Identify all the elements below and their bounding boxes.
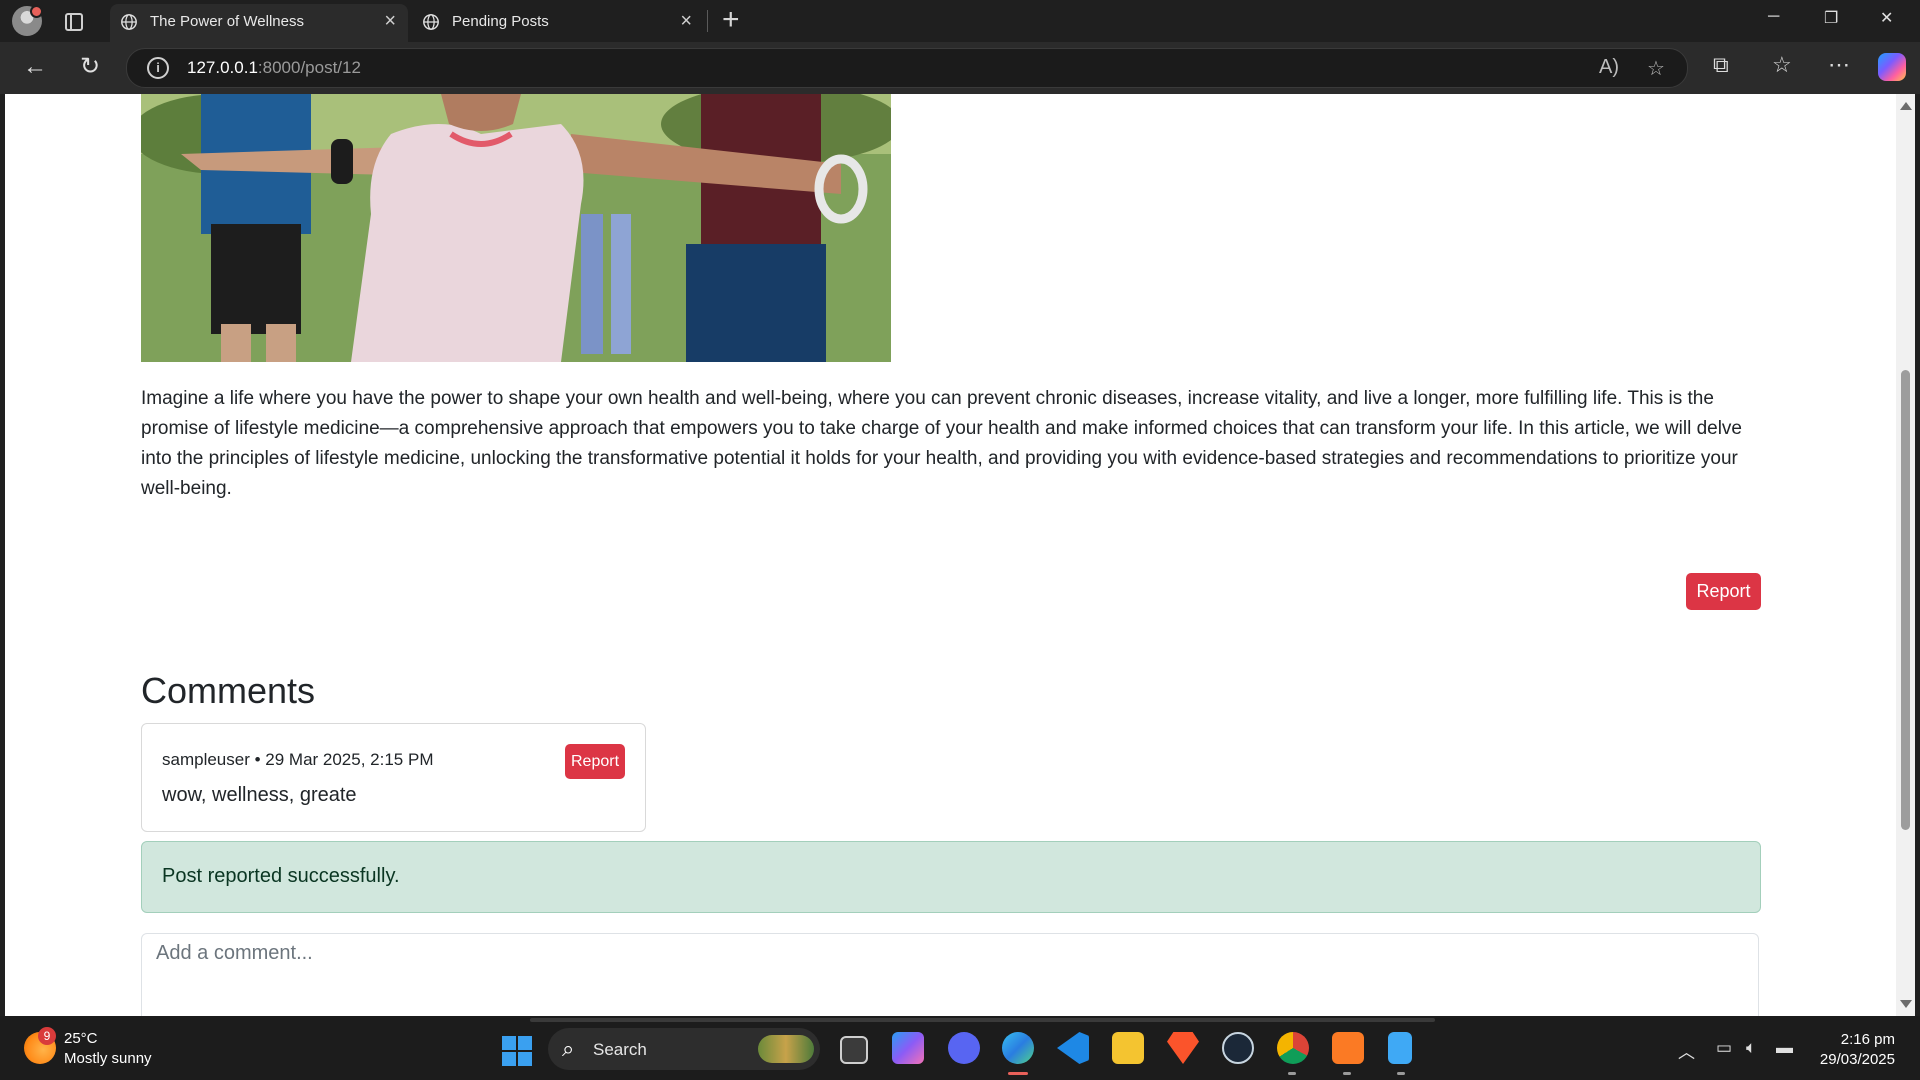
- xampp-running-indicator: [1343, 1072, 1351, 1075]
- close-tab-icon[interactable]: ×: [384, 11, 396, 31]
- chrome-icon[interactable]: [1277, 1032, 1309, 1064]
- windows-taskbar: 9 25°C Mostly sunny ⌕ Search ︿ ▭ 🔈︎ ▬ 2:…: [0, 1016, 1920, 1080]
- battery-icon[interactable]: ▬: [1776, 1038, 1793, 1058]
- restore-button[interactable]: ❐: [1824, 8, 1838, 28]
- network-icon[interactable]: ▭: [1716, 1038, 1732, 1058]
- scrollbar-thumb[interactable]: [1901, 370, 1910, 830]
- globe-icon: [121, 14, 137, 30]
- xampp-icon[interactable]: [1332, 1032, 1364, 1064]
- comment-card: sampleuser • 29 Mar 2025, 2:15 PM Report…: [141, 723, 646, 832]
- vscode-icon[interactable]: [1057, 1032, 1089, 1064]
- scroll-down-arrow-icon[interactable]: [1900, 1000, 1912, 1008]
- edge-active-indicator: [1008, 1072, 1028, 1075]
- article-body: Imagine a life where you have the power …: [141, 388, 1743, 499]
- report-comment-button[interactable]: Report: [565, 744, 625, 779]
- site-info-icon[interactable]: i: [147, 57, 169, 79]
- favorites-icon[interactable]: ☆: [1772, 52, 1792, 78]
- more-options-icon[interactable]: ⋯: [1828, 52, 1850, 78]
- success-alert: Post reported successfully.: [141, 841, 1761, 913]
- weather-description[interactable]: Mostly sunny: [64, 1050, 152, 1067]
- refresh-icon[interactable]: ↻: [77, 54, 103, 80]
- page-scrollbar[interactable]: [1896, 94, 1915, 1016]
- browser-toolbar: ← ↻ i 127.0.0.1:8000/post/12 A) ☆ ⧉ ☆ ⋯: [0, 42, 1920, 94]
- show-hidden-icons-chevron-icon[interactable]: ︿: [1678, 1038, 1695, 1063]
- stretching-people-illustration: [141, 94, 891, 362]
- comments-heading: Comments: [141, 670, 316, 711]
- tab-pending-posts[interactable]: Pending Posts ×: [412, 4, 704, 42]
- taskbar-accent-line: [530, 1018, 1435, 1022]
- windows-start-icon[interactable]: [502, 1036, 532, 1066]
- discord-icon[interactable]: [948, 1032, 980, 1064]
- page-viewport: Imagine a life where you have the power …: [5, 94, 1896, 1016]
- add-comment-input[interactable]: [141, 933, 1759, 1016]
- minimize-button[interactable]: ─: [1768, 8, 1779, 26]
- browser-tab-strip: The Power of Wellness × Pending Posts × …: [0, 0, 1920, 42]
- comment-meta: sampleuser • 29 Mar 2025, 2:15 PM: [162, 750, 434, 769]
- read-aloud-icon[interactable]: A): [1599, 56, 1619, 79]
- copilot-app-icon[interactable]: [892, 1032, 924, 1064]
- url-text[interactable]: 127.0.0.1:8000/post/12: [187, 58, 361, 78]
- taskbar-search-box[interactable]: ⌕ Search: [548, 1028, 820, 1070]
- tab-power-of-wellness[interactable]: The Power of Wellness ×: [110, 4, 408, 42]
- comment-text: wow, wellness, greate: [162, 784, 357, 806]
- url-path: :8000/post/12: [257, 58, 361, 77]
- profile-avatar[interactable]: [12, 5, 43, 36]
- chrome-running-indicator: [1288, 1072, 1296, 1075]
- volume-icon[interactable]: 🔈︎: [1746, 1038, 1756, 1058]
- edge-icon[interactable]: [1002, 1032, 1034, 1064]
- post-hero-image: [141, 94, 891, 362]
- task-view-icon[interactable]: [840, 1036, 868, 1064]
- tab-title: Pending Posts: [452, 13, 549, 30]
- new-tab-button[interactable]: +: [722, 3, 740, 37]
- search-label: Search: [593, 1040, 647, 1059]
- search-highlight-image: [758, 1035, 814, 1063]
- steam-icon[interactable]: [1222, 1032, 1254, 1064]
- address-bar[interactable]: i 127.0.0.1:8000/post/12 A) ☆: [126, 48, 1688, 88]
- copilot-icon[interactable]: [1878, 53, 1906, 81]
- globe-icon: [423, 14, 439, 30]
- url-host: 127.0.0.1: [187, 58, 258, 77]
- weather-temperature[interactable]: 25°C: [64, 1030, 98, 1047]
- tab-separator: [707, 10, 708, 32]
- brave-icon[interactable]: [1167, 1032, 1199, 1064]
- clock-time[interactable]: 2:16 pm: [1841, 1031, 1895, 1048]
- favorite-star-icon[interactable]: ☆: [1647, 56, 1665, 81]
- file-explorer-icon[interactable]: [1112, 1032, 1144, 1064]
- tab-actions-icon[interactable]: [62, 10, 84, 32]
- report-post-button[interactable]: Report: [1686, 573, 1761, 610]
- back-arrow-icon[interactable]: ←: [22, 54, 48, 80]
- search-icon: ⌕: [562, 1036, 575, 1061]
- extensions-icon[interactable]: ⧉: [1713, 52, 1729, 78]
- clock-date[interactable]: 29/03/2025: [1820, 1051, 1895, 1068]
- scroll-up-arrow-icon[interactable]: [1900, 102, 1912, 110]
- notepad-running-indicator: [1397, 1072, 1405, 1075]
- notepad-icon[interactable]: [1388, 1032, 1412, 1064]
- weather-badge: 9: [38, 1027, 56, 1045]
- close-window-button[interactable]: ✕: [1880, 8, 1893, 28]
- close-tab-icon[interactable]: ×: [680, 11, 692, 31]
- alert-message: Post reported successfully.: [162, 865, 400, 887]
- notification-dot: [30, 5, 43, 18]
- tab-title: The Power of Wellness: [150, 13, 304, 30]
